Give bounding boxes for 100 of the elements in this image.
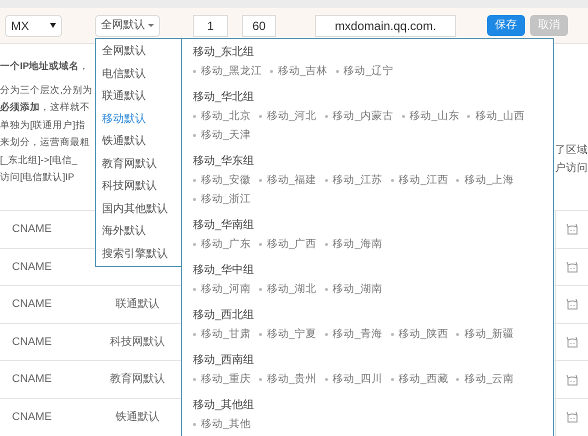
bullet-icon (324, 378, 328, 381)
line-cell-text: 科技网默认 (110, 334, 165, 350)
bullet-icon (258, 243, 262, 246)
bag-icon[interactable] (565, 372, 579, 387)
region-item[interactable]: 移动_云南 (464, 370, 514, 389)
bullet-icon (258, 333, 262, 336)
line-cell-text: 联通默认 (116, 296, 160, 312)
region-item[interactable]: 移动_江苏 (332, 171, 383, 190)
bullet-icon (456, 179, 460, 182)
bullet-icon (270, 70, 273, 73)
region-item[interactable]: 移动_河南 (201, 280, 251, 299)
line-menu-item[interactable]: 电信默认 (96, 62, 181, 85)
region-item[interactable]: 移动_山东 (410, 107, 460, 126)
region-item[interactable]: 移动_青海 (332, 325, 383, 344)
group-title[interactable]: 移动_西南组 (193, 351, 542, 370)
help-text: 必须添加，这样就不 (0, 100, 91, 115)
caret-icon (50, 23, 56, 28)
region-item[interactable]: 移动_福建 (266, 171, 317, 190)
group-title[interactable]: 移动_华南组 (193, 216, 542, 235)
region-item[interactable]: 移动_湖南 (332, 280, 383, 299)
bullet-icon (324, 243, 328, 246)
group-title[interactable]: 移动_华北组 (193, 88, 542, 107)
bullet-icon (324, 288, 328, 291)
bullet-icon (193, 288, 196, 291)
region-item[interactable]: 移动_浙江 (201, 190, 251, 209)
record-type-select[interactable]: MX (5, 14, 62, 36)
group-title[interactable]: 移动_华东组 (193, 152, 542, 171)
type-cell-text: CNAME (12, 260, 53, 275)
region-item[interactable]: 移动_其他 (201, 415, 251, 434)
line-select[interactable]: 全网默认 (95, 14, 160, 36)
line-menu-item[interactable]: 海外默认 (96, 220, 181, 242)
line-menu-item[interactable]: 教育网默认 (96, 152, 181, 175)
region-item[interactable]: 移动_海南 (332, 235, 383, 254)
group-title[interactable]: 移动_其他组 (193, 396, 542, 415)
bullet-icon (467, 115, 470, 118)
bag-icon[interactable] (565, 260, 579, 274)
bag-icon[interactable] (565, 297, 579, 312)
type-cell-text: CNAME (12, 372, 53, 388)
region-item[interactable]: 移动_安徽 (201, 171, 251, 190)
region-item[interactable]: 移动_北京 (201, 107, 251, 126)
group-title[interactable]: 移动_西北组 (193, 306, 542, 325)
bullet-icon (336, 70, 339, 73)
region-item[interactable]: 移动_宁夏 (266, 325, 317, 344)
region-item[interactable]: 移动_西藏 (398, 370, 448, 389)
help-text: 来划分，运营商最粗 (0, 136, 91, 150)
bullet-icon (390, 333, 394, 336)
region-item[interactable]: 移动_甘肃 (201, 325, 251, 344)
help-text: 分为三个层次,分别为 (0, 84, 94, 98)
help-text: 单独为[联通用户]指 (0, 118, 86, 132)
region-item[interactable]: 移动_辽宁 (344, 62, 394, 81)
type-cell-text: CNAME (12, 297, 53, 312)
region-item[interactable]: 移动_贵州 (266, 370, 317, 389)
group-title[interactable]: 移动_华中组 (193, 261, 542, 280)
region-item[interactable]: 移动_吉林 (278, 62, 328, 81)
bullet-icon (193, 134, 196, 137)
region-item[interactable]: 移动_山西 (475, 107, 526, 126)
bag-icon[interactable] (565, 222, 579, 236)
region-item[interactable]: 移动_陕西 (398, 325, 448, 344)
type-cell-text: CNAME (12, 334, 53, 350)
type-cell-text: CNAME (12, 222, 53, 238)
help-text: 户访问 (555, 160, 588, 176)
bullet-icon (402, 115, 405, 118)
bullet-icon (258, 115, 262, 118)
bullet-icon (456, 333, 460, 336)
priority-input[interactable]: 1 (193, 14, 228, 36)
line-menu-item[interactable]: 联通默认 (96, 85, 181, 108)
region-item[interactable]: 移动_新疆 (464, 325, 514, 344)
line-menu-item[interactable]: 搜索引擎默认 (96, 242, 181, 265)
region-item[interactable]: 移动_重庆 (201, 370, 251, 389)
bag-icon[interactable] (565, 335, 579, 350)
region-item[interactable]: 移动_黑龙江 (201, 62, 262, 81)
value-input[interactable]: mxdomain.qq.com. (315, 14, 456, 36)
bullet-icon (390, 378, 394, 381)
region-item[interactable]: 移动_河北 (266, 107, 317, 126)
bullet-icon (193, 378, 196, 381)
group-title[interactable]: 移动_东北组 (193, 43, 542, 62)
bullet-icon (324, 115, 328, 118)
bullet-icon (324, 179, 328, 182)
region-item[interactable]: 移动_四川 (332, 370, 383, 389)
bullet-icon (258, 179, 262, 182)
line-menu-item[interactable]: 科技网默认 (96, 175, 181, 198)
bullet-icon (193, 70, 196, 73)
save-button[interactable]: 保存 (487, 15, 525, 36)
region-item[interactable]: 移动_湖北 (266, 280, 317, 299)
line-menu-item[interactable]: 国内其他默认 (96, 198, 181, 220)
help-text: [_东北组]->[电信_ (0, 154, 78, 168)
line-menu-item[interactable]: 全网默认 (96, 40, 181, 62)
region-item[interactable]: 移动_广东 (201, 235, 251, 254)
bullet-icon (193, 115, 196, 118)
line-menu-item[interactable]: 铁通默认 (96, 130, 181, 152)
help-text: 了区域 (555, 143, 588, 158)
region-item[interactable]: 移动_天津 (201, 126, 251, 145)
region-item[interactable]: 移动_广西 (266, 235, 317, 254)
caret-icon (148, 24, 154, 27)
region-item[interactable]: 移动_内蒙古 (332, 107, 394, 126)
bag-icon[interactable] (565, 410, 579, 424)
region-item[interactable]: 移动_上海 (464, 171, 514, 190)
bullet-icon (390, 179, 394, 182)
region-item[interactable]: 移动_江西 (398, 171, 448, 190)
ttl-input[interactable]: 60 (242, 14, 276, 36)
